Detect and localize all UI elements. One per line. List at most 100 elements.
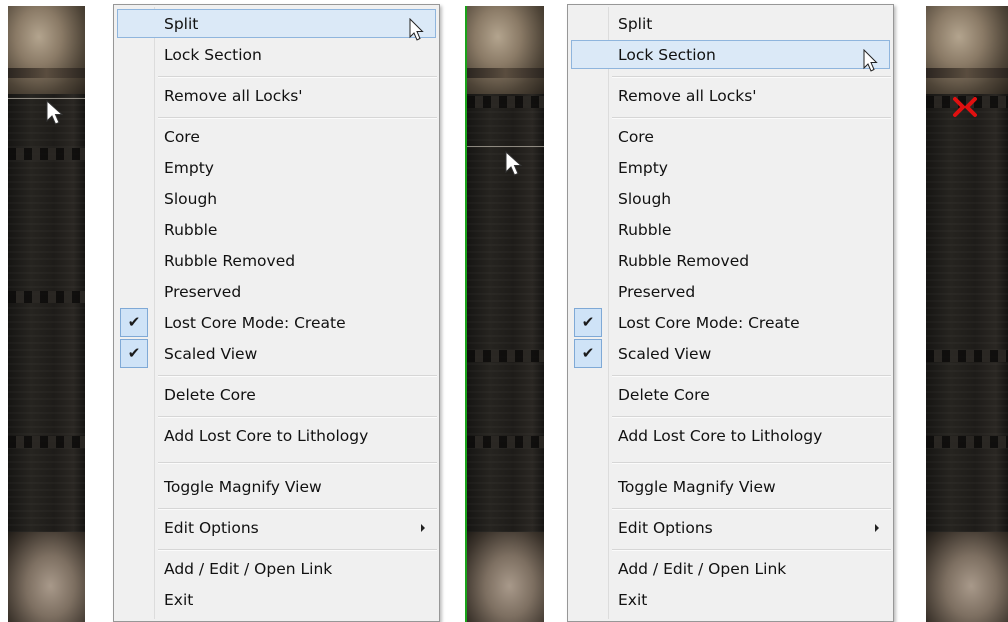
menu-item-empty[interactable]: Empty	[571, 153, 890, 182]
menu-item-exit[interactable]: Exit	[571, 585, 890, 614]
menu-item-add-lost-core-to-lithology[interactable]: Add Lost Core to Lithology	[571, 421, 890, 450]
menu-item-label: Slough	[618, 190, 672, 208]
menu-item-label: Lost Core Mode: Create	[164, 314, 346, 332]
menu-item-split[interactable]: Split	[117, 9, 436, 41]
menu-item-label: Edit Options	[618, 519, 713, 537]
core-band	[8, 436, 85, 448]
menu-separator	[158, 462, 437, 464]
menu-item-exit[interactable]: Exit	[117, 585, 436, 614]
menu-item-delete-core[interactable]: Delete Core	[117, 380, 436, 409]
menu-item-rubble-removed[interactable]: Rubble Removed	[117, 246, 436, 275]
menu-separator	[612, 76, 891, 78]
menu-item-add-edit-open-link[interactable]: Add / Edit / Open Link	[117, 554, 436, 583]
menu-item-core[interactable]: Core	[571, 122, 890, 151]
menu-item-label: Remove all Locks'	[164, 87, 303, 105]
core-rock-top	[926, 6, 1008, 94]
core-band	[926, 436, 1008, 448]
menu-item-toggle-magnify-view[interactable]: Toggle Magnify View	[117, 472, 436, 501]
hand-cursor-icon	[409, 18, 424, 41]
menu-item-label: Edit Options	[164, 519, 259, 537]
menu-item-label: Rubble	[618, 221, 672, 239]
menu-item-split[interactable]: Split	[571, 9, 890, 38]
menu-separator	[612, 508, 891, 510]
menu-separator	[158, 375, 437, 377]
menu-item-label: Preserved	[618, 283, 696, 301]
checkmark-icon: ✔	[120, 308, 148, 337]
menu-item-delete-core[interactable]: Delete Core	[571, 380, 890, 409]
checkmark-icon: ✔	[574, 308, 602, 337]
menu-separator	[158, 508, 437, 510]
menu-item-lost-core-mode-create[interactable]: ✔ Lost Core Mode: Create	[117, 308, 436, 337]
lock-marker-icon	[953, 97, 977, 117]
menu-item-rubble[interactable]: Rubble	[117, 215, 436, 244]
menu-item-label: Delete Core	[618, 386, 710, 404]
core-band	[926, 350, 1008, 362]
menu-item-label: Add Lost Core to Lithology	[164, 427, 369, 445]
menu-separator	[158, 117, 437, 119]
menu-item-scaled-view[interactable]: ✔ Scaled View	[117, 339, 436, 368]
menu-separator	[612, 375, 891, 377]
menu-item-label: Rubble Removed	[618, 252, 750, 270]
core-image-strip-middle[interactable]	[465, 6, 544, 622]
menu-item-preserved[interactable]: Preserved	[571, 277, 890, 306]
menu-item-label: Remove all Locks'	[618, 87, 757, 105]
core-band	[8, 148, 85, 160]
menu-separator	[158, 416, 437, 418]
core-band	[8, 291, 85, 303]
menu-separator	[612, 549, 891, 551]
menu-item-label: Rubble	[164, 221, 218, 239]
menu-separator	[612, 117, 891, 119]
menu-item-label: Scaled View	[164, 345, 258, 363]
menu-item-preserved[interactable]: Preserved	[117, 277, 436, 306]
menu-item-core[interactable]: Core	[117, 122, 436, 151]
arrow-cursor-icon	[46, 100, 64, 125]
menu-item-label: Lock Section	[164, 46, 262, 64]
submenu-arrow-icon	[421, 524, 425, 532]
menu-item-edit-options[interactable]: Edit Options	[571, 513, 890, 542]
menu-item-empty[interactable]: Empty	[117, 153, 436, 182]
checkmark-icon: ✔	[574, 339, 602, 368]
menu-item-label: Core	[164, 128, 200, 146]
context-menu-lock-section: Split Lock Section Remove all Locks' Core Em…	[567, 4, 894, 622]
menu-item-lost-core-mode-create[interactable]: ✔ Lost Core Mode: Create	[571, 308, 890, 337]
menu-item-label: Toggle Magnify View	[618, 478, 776, 496]
menu-item-edit-options[interactable]: Edit Options	[117, 513, 436, 542]
hand-cursor-icon	[863, 49, 878, 72]
menu-item-label: Lost Core Mode: Create	[618, 314, 800, 332]
menu-separator	[158, 549, 437, 551]
core-seam	[8, 98, 85, 99]
core-rock-bottom	[8, 532, 85, 622]
menu-item-label: Exit	[164, 591, 194, 609]
core-rock-top	[467, 6, 544, 94]
menu-item-label: Add Lost Core to Lithology	[618, 427, 823, 445]
menu-item-slough[interactable]: Slough	[571, 184, 890, 213]
menu-item-scaled-view[interactable]: ✔ Scaled View	[571, 339, 890, 368]
menu-item-label: Add / Edit / Open Link	[618, 560, 787, 578]
menu-item-rubble-removed[interactable]: Rubble Removed	[571, 246, 890, 275]
menu-item-label: Slough	[164, 190, 218, 208]
menu-item-remove-all-locks[interactable]: Remove all Locks'	[117, 81, 436, 110]
menu-item-remove-all-locks[interactable]: Remove all Locks'	[571, 81, 890, 110]
core-band	[467, 436, 544, 448]
menu-separator	[158, 76, 437, 78]
menu-item-label: Lock Section	[618, 46, 716, 64]
menu-item-add-edit-open-link[interactable]: Add / Edit / Open Link	[571, 554, 890, 583]
menu-item-rubble[interactable]: Rubble	[571, 215, 890, 244]
core-image-strip-left[interactable]	[8, 6, 85, 622]
menu-item-slough[interactable]: Slough	[117, 184, 436, 213]
menu-item-label: Exit	[618, 591, 648, 609]
menu-item-label: Empty	[618, 159, 668, 177]
menu-item-label: Delete Core	[164, 386, 256, 404]
core-seam	[467, 146, 544, 147]
menu-item-label: Scaled View	[618, 345, 712, 363]
menu-item-lock-section[interactable]: Lock Section	[571, 40, 890, 72]
menu-item-label: Add / Edit / Open Link	[164, 560, 333, 578]
menu-item-label: Toggle Magnify View	[164, 478, 322, 496]
core-band	[467, 350, 544, 362]
menu-item-label: Core	[618, 128, 654, 146]
menu-item-label: Preserved	[164, 283, 242, 301]
menu-item-lock-section[interactable]: Lock Section	[117, 40, 436, 69]
arrow-cursor-icon	[505, 151, 523, 176]
menu-item-add-lost-core-to-lithology[interactable]: Add Lost Core to Lithology	[117, 421, 436, 450]
menu-item-toggle-magnify-view[interactable]: Toggle Magnify View	[571, 472, 890, 501]
